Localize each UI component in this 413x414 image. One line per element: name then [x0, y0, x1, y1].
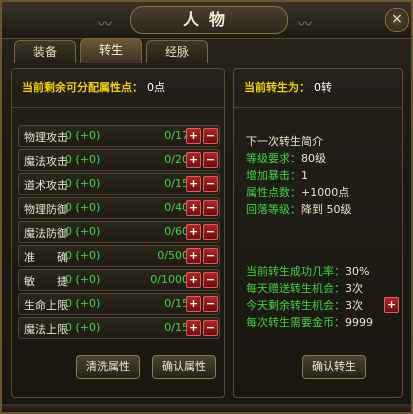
- swirl-ornament-right-icon: 〰: [298, 17, 312, 33]
- stat-value: 3次: [345, 299, 363, 312]
- attr-name: 物理防御: [24, 203, 68, 216]
- stat-label: 当前转生成功几率：: [246, 265, 345, 278]
- remaining-points-label: 当前剩余可分配属性点：: [22, 81, 143, 94]
- attr-value: 0 (+0): [65, 297, 101, 310]
- tab-rebirth[interactable]: 转生: [80, 38, 142, 63]
- minus-button[interactable]: −: [203, 128, 218, 144]
- attr-value: 0 (+0): [65, 249, 101, 262]
- swirl-ornament-left-icon: 〰: [98, 17, 112, 33]
- next-info-level: 等级要求：80级: [246, 150, 326, 166]
- stat-label: 每天赠送转生机会：: [246, 282, 345, 295]
- plus-button[interactable]: +: [186, 320, 201, 336]
- attr-name: 准 确: [24, 251, 68, 264]
- confirm-attributes-button[interactable]: 确认属性: [152, 355, 216, 379]
- attr-name: 敏 捷: [24, 275, 68, 288]
- tab-equipment[interactable]: 装备: [14, 40, 76, 63]
- window-bottom-border: [2, 404, 411, 412]
- stat-label: 每次转生需要金币：: [246, 316, 345, 329]
- attr-row-accuracy: 准 确 0 (+0) 0/500 + −: [18, 245, 220, 267]
- info-label: 增加暴击：: [246, 169, 301, 182]
- minus-button[interactable]: −: [203, 248, 218, 264]
- add-chance-button[interactable]: +: [384, 297, 399, 313]
- attr-row-physical-defense: 物理防御 0 (+0) 0/40 + −: [18, 197, 220, 219]
- info-value: 降到 50级: [301, 203, 352, 216]
- minus-button[interactable]: −: [203, 200, 218, 216]
- attribute-panel: 当前剩余可分配属性点： 0点 物理攻击 0 (+0) 0/17 + − 魔法攻击 …: [11, 68, 225, 398]
- attr-max: 0/1000: [150, 273, 189, 286]
- attr-row-taoist-attack: 道术攻击 0 (+0) 0/15 + −: [18, 173, 220, 195]
- attr-value: 0 (+0): [65, 321, 101, 334]
- info-value: 1: [301, 169, 308, 182]
- stat-label: 今天剩余转生机会：: [246, 299, 345, 312]
- attr-value: 0 (+0): [65, 225, 101, 238]
- attr-name: 魔法攻击: [24, 155, 68, 168]
- info-label: 等级要求：: [246, 152, 301, 165]
- reset-attributes-button[interactable]: 清洗属性: [76, 355, 140, 379]
- attr-row-hp-max: 生命上限 0 (+0) 0/15 + −: [18, 293, 220, 315]
- stat-value: 30%: [345, 265, 370, 278]
- plus-button[interactable]: +: [186, 200, 201, 216]
- plus-button[interactable]: +: [186, 248, 201, 264]
- attr-row-agility: 敏 捷 0 (+0) 0/1000 + −: [18, 269, 220, 291]
- info-value: +1000点: [301, 186, 350, 199]
- minus-button[interactable]: −: [203, 152, 218, 168]
- next-info-crit: 增加暴击：1: [246, 167, 308, 183]
- plus-button[interactable]: +: [186, 176, 201, 192]
- attr-name: 魔法上限: [24, 323, 68, 336]
- attr-value: 0 (+0): [65, 273, 101, 286]
- minus-button[interactable]: −: [203, 176, 218, 192]
- next-info-drop-level: 回落等级：降到 50级: [246, 201, 352, 217]
- close-button[interactable]: ×: [385, 8, 409, 32]
- plus-button[interactable]: +: [186, 152, 201, 168]
- attr-row-physical-attack: 物理攻击 0 (+0) 0/17 + −: [18, 125, 220, 147]
- plus-button[interactable]: +: [186, 296, 201, 312]
- remaining-points-header: 当前剩余可分配属性点： 0点: [12, 69, 224, 108]
- attr-value: 0 (+0): [65, 177, 101, 190]
- current-rebirth-header: 当前转生为： 0转: [234, 69, 402, 108]
- info-value: 80级: [301, 152, 326, 165]
- plus-button[interactable]: +: [186, 128, 201, 144]
- attr-row-magic-defense: 魔法防御 0 (+0) 0/60 + −: [18, 221, 220, 243]
- info-label: 回落等级：: [246, 203, 301, 216]
- stat-value: 9999: [345, 316, 373, 329]
- attr-row-mp-max: 魔法上限 0 (+0) 0/15 + −: [18, 317, 220, 339]
- confirm-rebirth-button[interactable]: 确认转生: [302, 355, 366, 379]
- stat-remaining-today: 今天剩余转生机会：3次: [246, 297, 363, 313]
- attr-value: 0 (+0): [65, 153, 101, 166]
- attr-max: 0/500: [157, 249, 189, 262]
- current-rebirth-value: 0转: [314, 81, 332, 94]
- window-title: 人物: [130, 6, 288, 34]
- attr-name: 道术攻击: [24, 179, 68, 192]
- plus-button[interactable]: +: [186, 224, 201, 240]
- attr-value: 0 (+0): [65, 129, 101, 142]
- attr-name: 物理攻击: [24, 131, 68, 144]
- minus-button[interactable]: −: [203, 296, 218, 312]
- rebirth-panel: 当前转生为： 0转 下一次转生简介 等级要求：80级 增加暴击：1 属性点数：+1…: [233, 68, 403, 398]
- plus-button[interactable]: +: [186, 272, 201, 288]
- minus-button[interactable]: −: [203, 224, 218, 240]
- attr-name: 魔法防御: [24, 227, 68, 240]
- attr-value: 0 (+0): [65, 201, 101, 214]
- stat-daily-gift: 每天赠送转生机会：3次: [246, 280, 363, 296]
- attr-row-magic-attack: 魔法攻击 0 (+0) 0/20 + −: [18, 149, 220, 171]
- info-label: 属性点数：: [246, 186, 301, 199]
- current-rebirth-label: 当前转生为：: [244, 81, 310, 94]
- tab-meridian[interactable]: 经脉: [146, 40, 208, 63]
- next-info-points: 属性点数：+1000点: [246, 184, 349, 200]
- minus-button[interactable]: −: [203, 272, 218, 288]
- attr-name: 生命上限: [24, 299, 68, 312]
- remaining-points-value: 0点: [147, 81, 165, 94]
- stat-gold-cost: 每次转生需要金币：9999: [246, 314, 373, 330]
- stat-success-rate: 当前转生成功几率：30%: [246, 263, 369, 279]
- character-window: 〰 人物 〰 × 装备 转生 经脉 当前剩余可分配属性点： 0点 物理攻击 0 (…: [0, 0, 413, 414]
- next-rebirth-title: 下一次转生简介: [246, 135, 323, 148]
- stat-value: 3次: [345, 282, 363, 295]
- title-bar[interactable]: 〰 人物 〰 ×: [2, 2, 411, 39]
- minus-button[interactable]: −: [203, 320, 218, 336]
